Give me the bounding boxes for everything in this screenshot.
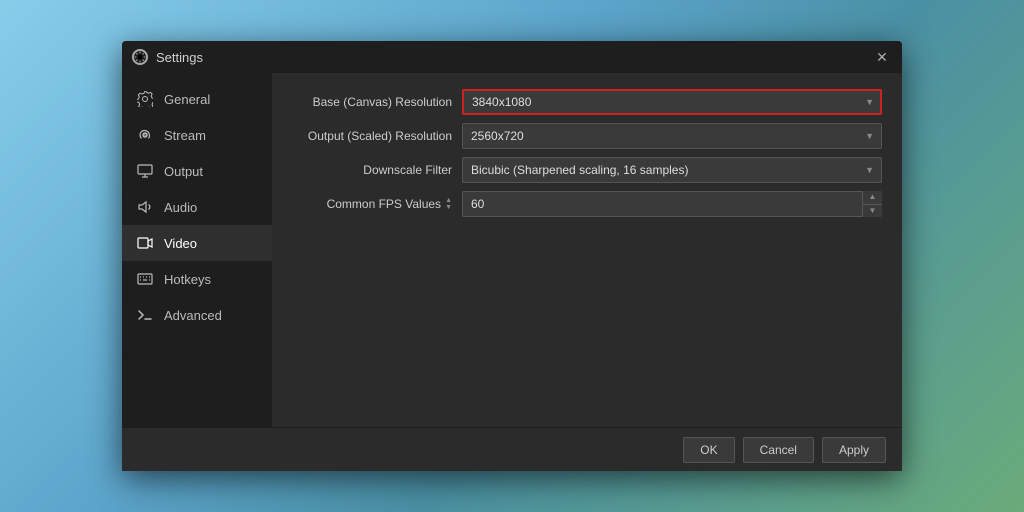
- sidebar-item-audio[interactable]: Audio: [122, 189, 272, 225]
- sidebar-item-stream[interactable]: A Stream: [122, 117, 272, 153]
- sidebar-item-video[interactable]: Video: [122, 225, 272, 261]
- apply-button[interactable]: Apply: [822, 437, 886, 463]
- downscale-filter-wrapper: Bicubic (Sharpened scaling, 16 samples): [462, 157, 882, 183]
- base-resolution-row: Base (Canvas) Resolution 3840x1080: [292, 89, 882, 115]
- base-resolution-label: Base (Canvas) Resolution: [292, 95, 462, 109]
- sidebar-label-general: General: [164, 92, 210, 107]
- gear-icon: [136, 90, 154, 108]
- content-panel: Base (Canvas) Resolution 3840x1080 Outpu…: [272, 73, 902, 427]
- output-resolution-select[interactable]: 2560x720: [462, 123, 882, 149]
- ok-button[interactable]: OK: [683, 437, 734, 463]
- close-button[interactable]: ✕: [872, 47, 892, 67]
- fps-label-arrows: ▲ ▼: [445, 197, 452, 211]
- fps-up-button[interactable]: ▲: [863, 191, 882, 205]
- dialog-body: General A Stream: [122, 73, 902, 427]
- sidebar-item-hotkeys[interactable]: Hotkeys: [122, 261, 272, 297]
- sidebar-label-hotkeys: Hotkeys: [164, 272, 211, 287]
- sidebar-label-video: Video: [164, 236, 197, 251]
- fps-label: Common FPS Values ▲ ▼: [292, 197, 462, 211]
- sidebar-item-output[interactable]: Output: [122, 153, 272, 189]
- sidebar-label-stream: Stream: [164, 128, 206, 143]
- sidebar: General A Stream: [122, 73, 272, 427]
- base-resolution-wrapper: 3840x1080: [462, 89, 882, 115]
- fps-spinner-arrows: ▲ ▼: [862, 191, 882, 217]
- title-bar: Settings ✕: [122, 41, 902, 73]
- output-resolution-row: Output (Scaled) Resolution 2560x720: [292, 123, 882, 149]
- hotkeys-icon: [136, 270, 154, 288]
- cancel-button[interactable]: Cancel: [743, 437, 814, 463]
- sidebar-label-advanced: Advanced: [164, 308, 222, 323]
- fps-spinner-wrapper: ▲ ▼: [462, 191, 882, 217]
- video-icon: [136, 234, 154, 252]
- title-icon: [132, 49, 148, 65]
- fps-row: Common FPS Values ▲ ▼ ▲ ▼: [292, 191, 882, 217]
- settings-dialog: Settings ✕ General: [122, 41, 902, 471]
- advanced-icon: [136, 306, 154, 324]
- downscale-filter-label: Downscale Filter: [292, 163, 462, 177]
- stream-icon: A: [136, 126, 154, 144]
- sidebar-label-output: Output: [164, 164, 203, 179]
- base-resolution-select[interactable]: 3840x1080: [462, 89, 882, 115]
- fps-down-button[interactable]: ▼: [863, 205, 882, 218]
- output-resolution-label: Output (Scaled) Resolution: [292, 129, 462, 143]
- sidebar-item-advanced[interactable]: Advanced: [122, 297, 272, 333]
- fps-input[interactable]: [462, 191, 882, 217]
- downscale-filter-select[interactable]: Bicubic (Sharpened scaling, 16 samples): [462, 157, 882, 183]
- title-bar-left: Settings: [132, 49, 203, 65]
- output-icon: [136, 162, 154, 180]
- output-resolution-wrapper: 2560x720: [462, 123, 882, 149]
- sidebar-label-audio: Audio: [164, 200, 197, 215]
- sidebar-item-general[interactable]: General: [122, 81, 272, 117]
- audio-icon: [136, 198, 154, 216]
- downscale-filter-row: Downscale Filter Bicubic (Sharpened scal…: [292, 157, 882, 183]
- dialog-footer: OK Cancel Apply: [122, 427, 902, 471]
- dialog-title: Settings: [156, 50, 203, 65]
